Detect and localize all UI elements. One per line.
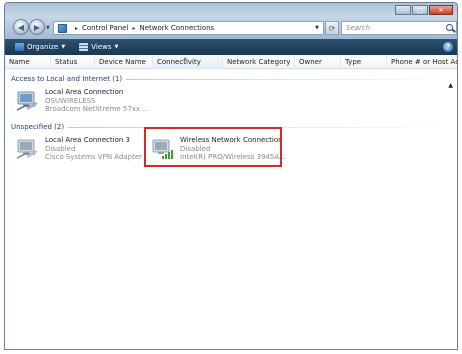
sort-indicator-icon: ▲ — [183, 56, 187, 62]
breadcrumb-separator: ▸ — [75, 24, 79, 32]
forward-arrow-icon: ▶ — [33, 22, 41, 32]
network-adapter-icon — [16, 139, 38, 159]
list-item-local-area-connection[interactable]: Local Area Connection OSUWIRELESS Broadc… — [15, 88, 155, 122]
explorer-window: — □ ✕ ◀ ▶ ▼ ▸ Control Panel ▸ Network Co… — [4, 2, 458, 350]
back-button[interactable]: ◀ — [13, 19, 29, 35]
forward-button[interactable]: ▶ — [29, 19, 45, 35]
column-owner[interactable]: Owner — [295, 56, 341, 69]
item-title: Local Area Connection 3 — [45, 136, 130, 144]
group-divider — [126, 78, 451, 80]
column-connectivity-label: Connectivity — [157, 58, 201, 66]
breadcrumb-network-connections[interactable]: Network Connections — [139, 24, 214, 32]
title-bar: — □ ✕ ◀ ▶ ▼ ▸ Control Panel ▸ Network Co… — [5, 3, 457, 39]
highlight-annotation — [144, 127, 282, 167]
item-device: Cisco Systems VPN Adapter — [45, 153, 143, 161]
item-title: Local Area Connection — [45, 88, 124, 96]
refresh-icon: ⟳ — [328, 23, 336, 33]
item-details: Local Area Connection OSUWIRELESS Broadc… — [45, 88, 149, 114]
organize-menu-button[interactable]: Organize ▼ — [15, 43, 65, 51]
list-item-local-area-connection-3[interactable]: Local Area Connection 3 Disabled Cisco S… — [15, 136, 142, 170]
item-status: OSUWIRELESS — [45, 96, 96, 105]
group-label: Access to Local and Internet (1) — [11, 75, 123, 83]
back-arrow-icon: ◀ — [17, 22, 25, 32]
maximize-button[interactable]: □ — [412, 5, 428, 15]
address-bar[interactable]: ▸ Control Panel ▸ Network Connections ▼ — [53, 21, 324, 35]
column-phone-host[interactable]: Phone # or Host Addre... — [387, 56, 457, 69]
command-toolbar: Organize ▼ Views ▼ ? — [5, 39, 457, 55]
column-connectivity[interactable]: ▲ Connectivity — [153, 56, 223, 69]
network-adapter-icon — [16, 91, 38, 111]
breadcrumb-separator: ▸ — [132, 24, 136, 32]
chevron-down-icon: ▼ — [114, 44, 119, 50]
column-name[interactable]: Name — [5, 56, 51, 69]
item-details: Local Area Connection 3 Disabled Cisco S… — [45, 136, 142, 162]
search-input[interactable]: Search — [346, 24, 370, 32]
item-device: Broadcom NetXtreme 57xx ... — [45, 105, 150, 113]
refresh-button[interactable]: ⟳ — [325, 21, 339, 35]
search-icon[interactable] — [446, 24, 453, 31]
control-panel-icon — [58, 23, 67, 33]
chevron-down-icon: ▼ — [61, 44, 66, 50]
address-dropdown-icon[interactable]: ▼ — [315, 25, 319, 31]
help-icon[interactable]: ? — [443, 42, 453, 52]
item-status: Disabled — [45, 144, 76, 153]
column-device-name[interactable]: Device Name — [95, 56, 153, 69]
group-label: Unspecified (2) — [11, 123, 65, 131]
organize-label: Organize — [27, 43, 59, 51]
views-label: Views — [91, 43, 112, 51]
close-button[interactable]: ✕ — [429, 5, 453, 15]
recent-pages-dropdown[interactable]: ▼ — [46, 25, 50, 31]
connections-list: ▲ Access to Local and Internet (1) Local… — [5, 70, 457, 349]
caption-buttons: — □ ✕ — [394, 5, 453, 15]
column-type[interactable]: Type — [341, 56, 387, 69]
column-headers: Name Status Device Name ▲ Connectivity N… — [5, 56, 457, 69]
breadcrumb-control-panel[interactable]: Control Panel — [82, 24, 128, 32]
column-status[interactable]: Status — [51, 56, 95, 69]
views-icon — [79, 43, 89, 51]
search-box[interactable]: Search — [341, 21, 457, 35]
organize-icon — [15, 43, 24, 51]
column-network-category[interactable]: Network Category — [223, 56, 295, 69]
group-header-access[interactable]: Access to Local and Internet (1) — [11, 74, 451, 84]
minimize-button[interactable]: — — [395, 5, 411, 15]
views-menu-button[interactable]: Views ▼ — [79, 43, 118, 51]
